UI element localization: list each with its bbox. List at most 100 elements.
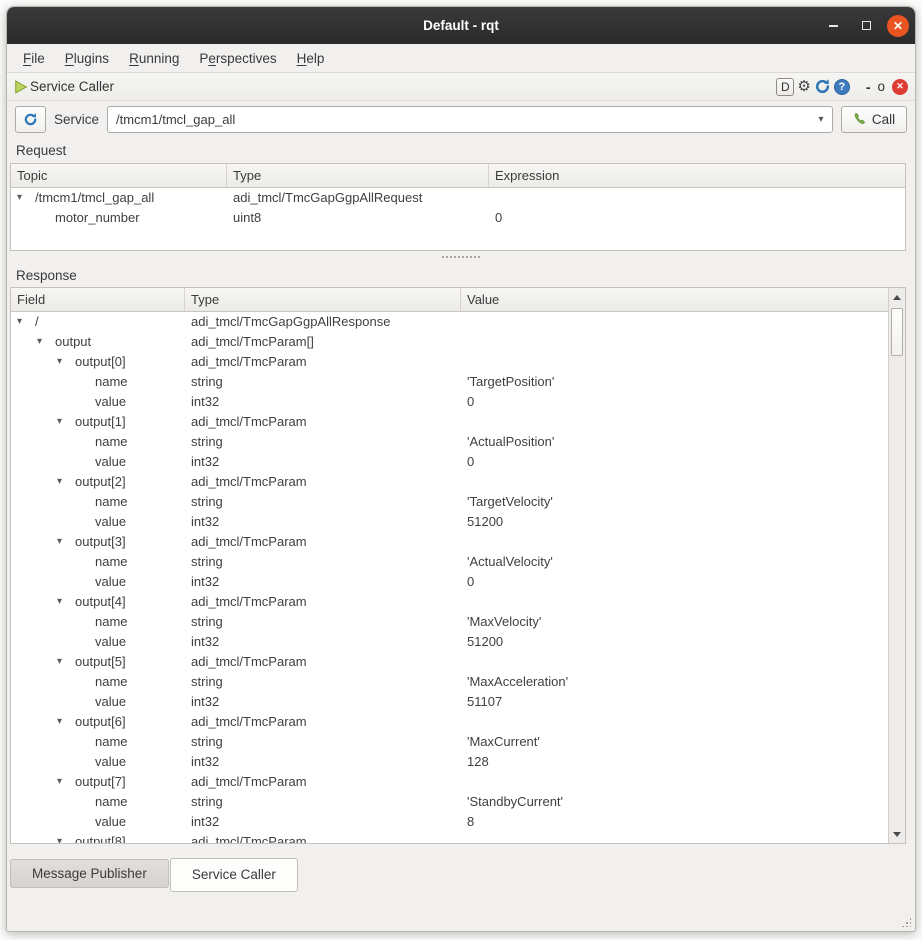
service-combobox[interactable]: ▾ xyxy=(107,106,833,133)
expander-icon[interactable]: ▾ xyxy=(55,472,75,492)
refresh-services-button[interactable] xyxy=(15,106,46,133)
expander-icon[interactable]: ▾ xyxy=(15,188,35,208)
response-header: FieldTypeValue xyxy=(11,288,888,312)
table-row[interactable]: ▾/adi_tmcl/TmcGapGgpAllResponse xyxy=(11,312,888,332)
table-row[interactable]: namestring'ActualVelocity' xyxy=(11,552,888,572)
splitter-grip-icon xyxy=(441,255,481,259)
table-row[interactable]: valueint320 xyxy=(11,452,888,472)
table-row[interactable]: ▾output[4]adi_tmcl/TmcParam xyxy=(11,592,888,612)
table-row[interactable]: ▾output[8]adi_tmcl/TmcParam xyxy=(11,832,888,843)
table-row[interactable]: ▾output[1]adi_tmcl/TmcParam xyxy=(11,412,888,432)
value-cell xyxy=(461,332,888,352)
menu-item-help[interactable]: Help xyxy=(287,47,335,70)
table-row[interactable]: namestring'MaxAcceleration' xyxy=(11,672,888,692)
expander-icon[interactable]: ▾ xyxy=(15,312,35,332)
column-header[interactable]: Type xyxy=(227,164,489,187)
field-cell: /tmcm1/tmcl_gap_all xyxy=(35,188,154,208)
value-cell: 0 xyxy=(461,392,888,412)
plugin-minimize-button[interactable]: - xyxy=(864,79,873,95)
table-row[interactable]: ▾output[0]adi_tmcl/TmcParam xyxy=(11,352,888,372)
expander-icon[interactable]: ▾ xyxy=(55,412,75,432)
type-cell: adi_tmcl/TmcParam xyxy=(185,472,461,492)
menu-item-perspectives[interactable]: Perspectives xyxy=(189,47,286,70)
table-row[interactable]: valueint320 xyxy=(11,572,888,592)
value-cell xyxy=(461,412,888,432)
minimize-button[interactable] xyxy=(821,14,845,38)
field-cell: output[5] xyxy=(75,652,126,672)
table-row[interactable]: namestring'StandbyCurrent' xyxy=(11,792,888,812)
menu-item-plugins[interactable]: Plugins xyxy=(55,47,119,70)
menu-bar: FilePluginsRunningPerspectivesHelp xyxy=(7,44,915,73)
menu-item-file[interactable]: File xyxy=(13,47,55,70)
table-row[interactable]: valueint328 xyxy=(11,812,888,832)
column-header[interactable]: Type xyxy=(185,288,461,311)
request-label: Request xyxy=(7,143,66,158)
table-row[interactable]: ▾outputadi_tmcl/TmcParam[] xyxy=(11,332,888,352)
table-row[interactable]: motor_numberuint80 xyxy=(11,208,905,228)
expander-icon[interactable]: ▾ xyxy=(35,332,55,352)
chevron-down-icon[interactable]: ▾ xyxy=(810,114,832,125)
scroll-down-button[interactable] xyxy=(889,826,905,842)
table-row[interactable]: ▾output[7]adi_tmcl/TmcParam xyxy=(11,772,888,792)
table-row[interactable]: ▾output[5]adi_tmcl/TmcParam xyxy=(11,652,888,672)
gear-icon[interactable]: ⚙ xyxy=(797,79,810,94)
type-cell: int32 xyxy=(185,452,461,472)
table-row[interactable]: namestring'TargetVelocity' xyxy=(11,492,888,512)
type-cell: adi_tmcl/TmcParam xyxy=(185,832,461,843)
call-button[interactable]: Call xyxy=(841,106,907,133)
column-header[interactable]: Expression xyxy=(489,164,905,187)
column-header[interactable]: Value xyxy=(461,288,888,311)
service-input[interactable] xyxy=(108,112,810,127)
field-cell: output[7] xyxy=(75,772,126,792)
tab-service-caller[interactable]: Service Caller xyxy=(170,858,298,892)
expander-icon[interactable]: ▾ xyxy=(55,352,75,372)
plugin-close-button[interactable]: ✕ xyxy=(892,79,908,95)
field-cell: output xyxy=(55,332,91,352)
column-header[interactable]: Field xyxy=(11,288,185,311)
field-cell: output[0] xyxy=(75,352,126,372)
resize-grip-icon[interactable] xyxy=(901,917,911,927)
scrollbar-thumb[interactable] xyxy=(891,308,903,356)
screen: Default - rqt ✕ FilePluginsRunningPerspe… xyxy=(0,0,922,940)
plugin-float-button[interactable]: o xyxy=(875,79,887,94)
type-cell: int32 xyxy=(185,512,461,532)
expander-icon[interactable]: ▾ xyxy=(55,832,75,843)
table-row[interactable]: valueint3251200 xyxy=(11,512,888,532)
expander-icon[interactable]: ▾ xyxy=(55,652,75,672)
maximize-icon xyxy=(862,21,871,30)
table-row[interactable]: namestring'ActualPosition' xyxy=(11,432,888,452)
field-cell: name xyxy=(95,432,128,452)
type-cell: int32 xyxy=(185,632,461,652)
menu-item-running[interactable]: Running xyxy=(119,47,189,70)
table-row[interactable]: ▾/tmcm1/tmcl_gap_alladi_tmcl/TmcGapGgpAl… xyxy=(11,188,905,208)
help-icon[interactable]: ? xyxy=(834,79,850,95)
maximize-button[interactable] xyxy=(854,14,878,38)
splitter-handle[interactable] xyxy=(7,251,915,263)
expander-icon[interactable]: ▾ xyxy=(55,772,75,792)
table-row[interactable]: valueint3251200 xyxy=(11,632,888,652)
scroll-up-button[interactable] xyxy=(889,289,905,305)
window-titlebar[interactable]: Default - rqt ✕ xyxy=(7,7,915,44)
table-row[interactable]: ▾output[3]adi_tmcl/TmcParam xyxy=(11,532,888,552)
table-row[interactable]: namestring'MaxCurrent' xyxy=(11,732,888,752)
expander-icon[interactable]: ▾ xyxy=(55,532,75,552)
vertical-scrollbar[interactable] xyxy=(888,288,905,843)
field-cell: value xyxy=(95,512,126,532)
close-button[interactable]: ✕ xyxy=(887,15,909,37)
table-row[interactable]: valueint3251107 xyxy=(11,692,888,712)
value-cell: 'ActualVelocity' xyxy=(461,552,888,572)
reload-icon[interactable] xyxy=(814,78,831,95)
table-row[interactable]: namestring'TargetPosition' xyxy=(11,372,888,392)
expander-icon[interactable]: ▾ xyxy=(55,712,75,732)
tab-message-publisher[interactable]: Message Publisher xyxy=(10,859,169,888)
plugin-titlebar: Service Caller D ⚙ ? - o ✕ xyxy=(7,73,915,101)
table-row[interactable]: ▾output[2]adi_tmcl/TmcParam xyxy=(11,472,888,492)
table-row[interactable]: namestring'MaxVelocity' xyxy=(11,612,888,632)
table-row[interactable]: valueint32128 xyxy=(11,752,888,772)
table-row[interactable]: valueint320 xyxy=(11,392,888,412)
table-row[interactable]: ▾output[6]adi_tmcl/TmcParam xyxy=(11,712,888,732)
dock-button[interactable]: D xyxy=(776,78,794,96)
expander-icon[interactable]: ▾ xyxy=(55,592,75,612)
type-cell: string xyxy=(185,372,461,392)
column-header[interactable]: Topic xyxy=(11,164,227,187)
